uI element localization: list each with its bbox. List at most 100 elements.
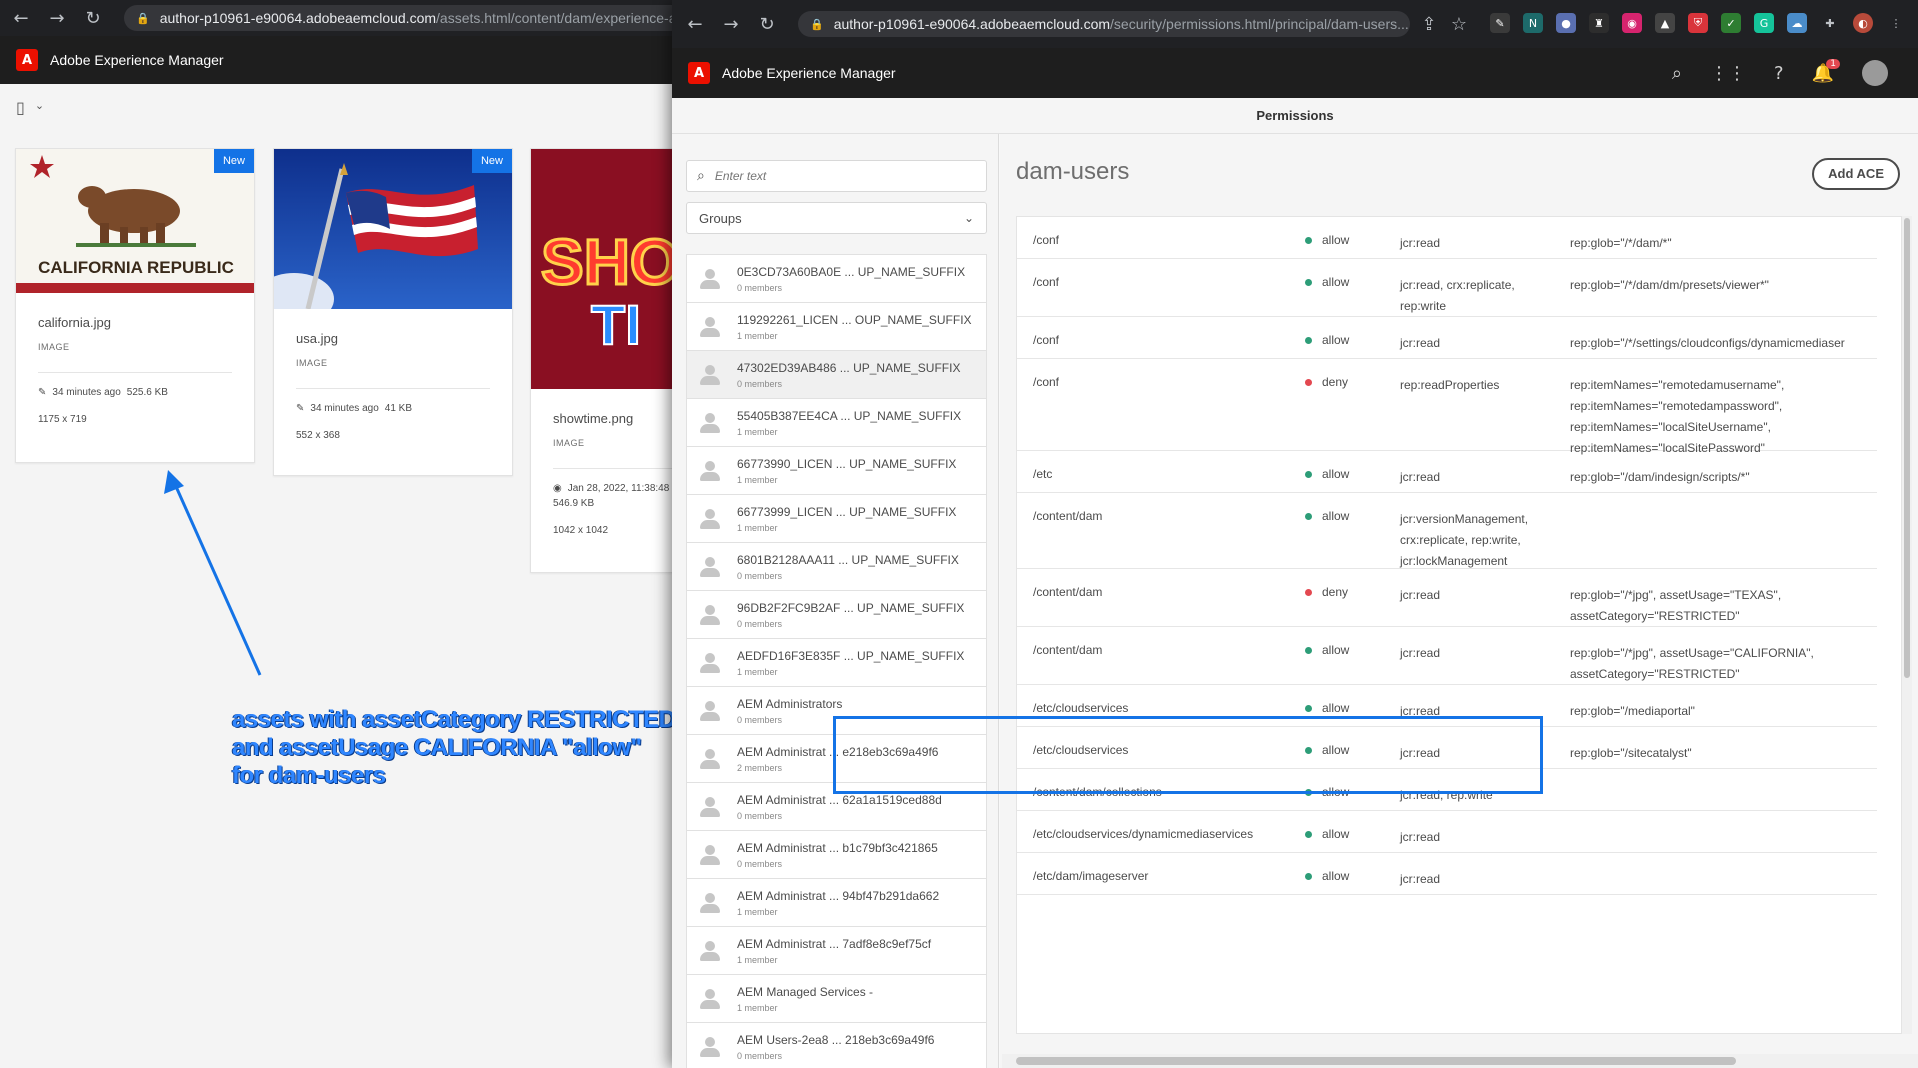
ace-privileges: jcr:read xyxy=(1400,336,1441,350)
bell-icon[interactable]: 🔔 1 xyxy=(1812,58,1840,84)
group-members: 1 member xyxy=(737,522,778,533)
list-item[interactable]: 66773999_LICEN ... UP_NAME_SUFFIX 1 membe… xyxy=(686,494,987,542)
group-icon xyxy=(697,604,723,625)
list-item[interactable]: AEM Administrat ... 7adf8e8c9ef75cf 1 mem… xyxy=(686,926,987,974)
list-item[interactable]: 119292261_LICEN ... OUP_NAME_SUFFIX 1 mem… xyxy=(686,302,987,350)
list-item[interactable]: 96DB2F2FC9B2AF ... UP_NAME_SUFFIX 0 membe… xyxy=(686,590,987,638)
ace-table: /conf allow jcr:read rep:glob="/*/dam/*"/co… xyxy=(1016,216,1902,1034)
group-name: 55405B387EE4CA ... UP_NAME_SUFFIX xyxy=(737,408,962,423)
ace-path: /content/dam/collections xyxy=(1033,785,1162,799)
ace-type-label: allow xyxy=(1322,643,1350,657)
asset-card-california[interactable]: CALIFORNIA REPUBLIC New california.jpg I… xyxy=(15,148,255,463)
extension-leaf-icon[interactable]: ✓ xyxy=(1721,13,1741,33)
list-item[interactable]: AEM Administrat ... 62a1a1519ced88d 0 mem… xyxy=(686,782,987,830)
table-row[interactable]: /content/dam allow jcr:read rep:glob="/*jpg… xyxy=(1017,627,1877,685)
ace-path: /conf xyxy=(1033,333,1060,347)
url-path: /security/permissions.html/principal/dam… xyxy=(1110,16,1409,32)
status-dot xyxy=(1305,872,1312,880)
scrollbar-thumb[interactable] xyxy=(1904,218,1910,678)
list-item[interactable]: 47302ED39AB486 ... UP_NAME_SUFFIX 0 membe… xyxy=(686,350,987,398)
ace-path: /conf xyxy=(1033,375,1060,389)
share-icon[interactable]: ⇪ xyxy=(1416,14,1442,35)
table-row[interactable]: /etc/cloudservices allow jcr:read rep:glob=… xyxy=(1017,727,1877,769)
table-row[interactable]: /conf allow jcr:read, crx:replicate, rep:wr… xyxy=(1017,259,1877,317)
table-row[interactable]: /conf allow jcr:read rep:glob="/*/dam/*" xyxy=(1017,217,1877,259)
list-item[interactable]: AEDFD16F3E835F ... UP_NAME_SUFFIX 1 membe… xyxy=(686,638,987,686)
principal-search[interactable]: ⌕ xyxy=(686,160,987,192)
group-name: AEM Administrat ... e218eb3c69a49f6 xyxy=(737,744,939,759)
horizontal-scrollbar[interactable] xyxy=(1002,1054,1918,1068)
ace-type-label: allow xyxy=(1322,333,1350,347)
extension-triangle-icon[interactable]: ▲ xyxy=(1655,13,1675,33)
asset-modified: 34 minutes ago xyxy=(52,387,121,398)
extension-shield-icon[interactable]: ⛨ xyxy=(1688,13,1708,33)
apps-grid-icon[interactable]: ⋮⋮ xyxy=(1710,63,1746,84)
table-row[interactable]: /content/dam allow jcr:versionManagement, c… xyxy=(1017,493,1877,569)
principal-type-select[interactable]: Groups ⌄ xyxy=(686,202,987,234)
group-name: AEM Users-2ea8 ... 218eb3c69a49f6 xyxy=(737,1032,935,1047)
extension-pen-icon[interactable]: ✎ xyxy=(1490,13,1510,33)
address-bar[interactable]: 🔒 author-p10961-e90064.adobeaemcloud.com… xyxy=(124,5,684,31)
adobe-logo-icon[interactable]: A xyxy=(688,62,710,84)
table-row[interactable]: /content/dam deny jcr:read rep:glob="/*jpg"… xyxy=(1017,569,1877,627)
ace-path: /content/dam xyxy=(1033,509,1103,523)
list-item[interactable]: 0E3CD73A60BA0E ... UP_NAME_SUFFIX 0 membe… xyxy=(686,254,987,302)
asset-card-usa[interactable]: New usa.jpg IMAGE ✎ 34 minutes ago 41 KB… xyxy=(273,148,513,476)
list-item[interactable]: AEM Administrat ... b1c79bf3c421865 0 mem… xyxy=(686,830,987,878)
vertical-scrollbar[interactable] xyxy=(1902,216,1912,1034)
back-icon[interactable]: ← xyxy=(8,8,34,29)
extension-grammarly-icon[interactable]: G xyxy=(1754,13,1774,33)
user-avatar[interactable] xyxy=(1862,60,1888,86)
reload-icon[interactable]: ↻ xyxy=(80,8,106,29)
list-item[interactable]: AEM Administrat ... e218eb3c69a49f6 2 mem… xyxy=(686,734,987,782)
list-item[interactable]: AEM Administrat ... 94bf47b291da662 1 mem… xyxy=(686,878,987,926)
back-icon[interactable]: ← xyxy=(682,14,708,35)
ace-type-label: allow xyxy=(1322,743,1350,757)
bookmark-star-icon[interactable]: ☆ xyxy=(1446,14,1472,35)
search-icon[interactable]: ⌕ xyxy=(1672,63,1682,84)
table-row[interactable]: /conf deny rep:readProperties rep:itemNames… xyxy=(1017,359,1877,455)
list-item[interactable]: 55405B387EE4CA ... UP_NAME_SUFFIX 1 membe… xyxy=(686,398,987,446)
extension-chat-icon[interactable]: ☁ xyxy=(1787,13,1807,33)
table-row[interactable]: /etc/dam/imageserver allow jcr:read xyxy=(1017,853,1877,895)
ace-type-label: allow xyxy=(1322,785,1350,799)
help-icon[interactable]: ? xyxy=(1774,63,1784,84)
group-members: 1 member xyxy=(737,906,778,917)
table-row[interactable]: /content/dam/collections allow jcr:read, r… xyxy=(1017,769,1877,811)
extension-hat-icon[interactable]: ♜ xyxy=(1589,13,1609,33)
extensions-puzzle-icon[interactable]: ✚ xyxy=(1820,13,1840,33)
reload-icon[interactable]: ↻ xyxy=(754,14,780,35)
ace-privileges: jcr:versionManagement, crx:replicate, rep… xyxy=(1400,512,1529,568)
forward-icon[interactable]: → xyxy=(718,14,744,35)
group-members: 1 member xyxy=(737,474,778,485)
ace-restrictions: rep:itemNames="remotedamusername", rep:it… xyxy=(1570,378,1785,455)
list-item[interactable]: AEM Users-2ea8 ... 218eb3c69a49f6 0 membe… xyxy=(686,1022,987,1068)
browser-menu-icon[interactable]: ⋮ xyxy=(1886,13,1906,33)
adobe-logo-icon[interactable]: A xyxy=(16,49,38,71)
ace-type-label: allow xyxy=(1322,509,1350,523)
group-name: 119292261_LICEN ... OUP_NAME_SUFFIX xyxy=(737,312,972,327)
forward-icon[interactable]: → xyxy=(44,8,70,29)
search-input[interactable] xyxy=(714,169,965,183)
list-item[interactable]: AEM Administrators 0 members xyxy=(686,686,987,734)
extension-circle-icon[interactable]: ● xyxy=(1556,13,1576,33)
table-row[interactable]: /etc allow jcr:read rep:glob="/dam/indesign… xyxy=(1017,451,1877,493)
browser-toolbar: ← → ↻ 🔒 author-p10961-e90064.adobeaemclo… xyxy=(672,0,1918,48)
ace-restrictions: rep:glob="/*jpg", assetUsage="CALIFORNIA… xyxy=(1570,646,1814,681)
url-host: author-p10961-e90064.adobeaemcloud.com xyxy=(833,16,1111,32)
address-bar[interactable]: 🔒 author-p10961-e90064.adobeaemcloud.com… xyxy=(798,11,1410,37)
table-row[interactable]: /conf allow jcr:read rep:glob="/*/settings/… xyxy=(1017,317,1877,359)
extension-record-icon[interactable]: ◉ xyxy=(1622,13,1642,33)
add-ace-button[interactable]: Add ACE xyxy=(1812,158,1900,190)
list-item[interactable]: 6801B2128AAA11 ... UP_NAME_SUFFIX 0 membe… xyxy=(686,542,987,590)
table-row[interactable]: /etc/cloudservices allow jcr:read rep:glob=… xyxy=(1017,685,1877,727)
list-item[interactable]: 66773990_LICEN ... UP_NAME_SUFFIX 1 membe… xyxy=(686,446,987,494)
usa-flag-image xyxy=(274,149,512,309)
profile-avatar-icon[interactable]: ◐ xyxy=(1853,13,1873,33)
table-row[interactable]: /etc/cloudservices/dynamicmediaservices a… xyxy=(1017,811,1877,853)
list-item[interactable]: AEM Managed Services - 1 member xyxy=(686,974,987,1022)
extension-n-icon[interactable]: N xyxy=(1523,13,1543,33)
rail-toggle[interactable]: ▯ ⌄ xyxy=(16,98,44,117)
annotation-line-2: and assetUsage CALIFORNIA "allow" xyxy=(232,734,642,761)
scrollbar-thumb[interactable] xyxy=(1016,1057,1736,1065)
